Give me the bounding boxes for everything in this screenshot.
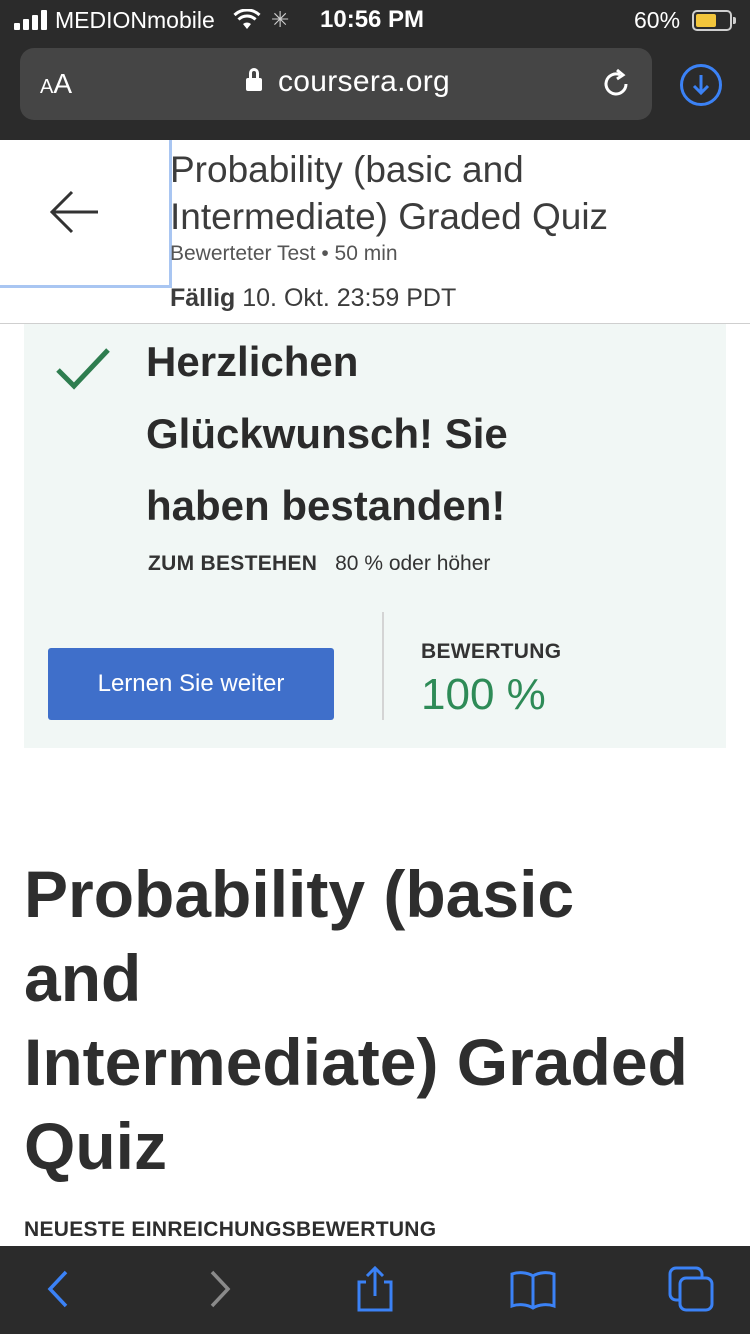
congrats-line: Herzlichen <box>146 338 359 385</box>
browser-toolbar <box>0 1246 750 1334</box>
quiz-header-title-line: Probability (basic and <box>170 149 524 190</box>
due-date: Fällig 10. Okt. 23:59 PDT <box>170 284 456 313</box>
grade-value: 100 % <box>421 670 546 719</box>
share-icon[interactable] <box>350 1264 400 1314</box>
page-title-line: Quiz <box>24 1109 167 1183</box>
wifi-icon <box>233 9 261 29</box>
pass-value: 80 % oder höher <box>335 552 491 575</box>
browser-top-bar: MEDIONmobile ✳ 10:56 PM 60% AA coursera.… <box>0 0 750 140</box>
quiz-header: Probability (basic and Intermediate) Gra… <box>0 140 750 324</box>
status-bar: MEDIONmobile ✳ 10:56 PM 60% <box>0 0 750 42</box>
grade-label: BEWERTUNG <box>421 640 562 663</box>
signal-icon <box>14 10 50 30</box>
page-title-line: and <box>24 941 142 1015</box>
activity-spinner-icon: ✳ <box>271 7 290 32</box>
address-bar[interactable]: AA coursera.org <box>20 48 652 120</box>
bookmarks-icon[interactable] <box>508 1264 558 1314</box>
congrats-message: Herzlichen Glückwunsch! Sie haben bestan… <box>146 326 626 542</box>
latest-submission-label: NEUESTE EINREICHUNGSBEWERTUNG <box>24 1218 437 1241</box>
battery-percent: 60% <box>634 7 681 33</box>
checkmark-icon <box>56 348 110 390</box>
divider <box>382 612 384 720</box>
result-panel: Herzlichen Glückwunsch! Sie haben bestan… <box>24 324 726 748</box>
congrats-line: haben bestanden! <box>146 482 506 529</box>
status-time: 10:56 PM <box>320 6 425 33</box>
pass-label: ZUM BESTEHEN <box>148 552 318 575</box>
congrats-line: Glückwunsch! Sie <box>146 410 508 457</box>
forward-icon[interactable] <box>194 1264 244 1314</box>
quiz-meta: Bewerteter Test • 50 min <box>170 242 398 265</box>
due-value: 10. Okt. 23:59 PDT <box>242 284 457 312</box>
back-button[interactable] <box>0 140 172 288</box>
arrow-left-icon <box>49 190 98 234</box>
url-domain[interactable]: coursera.org <box>278 65 450 99</box>
reload-icon[interactable] <box>598 66 634 102</box>
battery-icon <box>692 10 736 31</box>
due-label: Fällig <box>170 284 236 312</box>
page-title-line: Probability (basic <box>24 857 575 931</box>
download-icon[interactable] <box>680 64 722 106</box>
page-title-line: Intermediate) Graded <box>24 1025 688 1099</box>
tabs-icon[interactable] <box>666 1264 716 1314</box>
back-icon[interactable] <box>34 1264 84 1314</box>
quiz-header-title: Probability (basic and Intermediate) Gra… <box>170 146 740 240</box>
pass-requirement: ZUM BESTEHEN 80 % oder höher <box>148 552 490 576</box>
page-title: Probability (basic and Intermediate) Gra… <box>24 852 744 1188</box>
carrier-name: MEDIONmobile <box>55 7 215 33</box>
quiz-header-title-line: Intermediate) Graded Quiz <box>170 196 609 237</box>
text-size-button[interactable]: AA <box>40 68 72 100</box>
continue-learning-button[interactable]: Lernen Sie weiter <box>48 648 334 720</box>
lock-icon <box>246 68 262 92</box>
